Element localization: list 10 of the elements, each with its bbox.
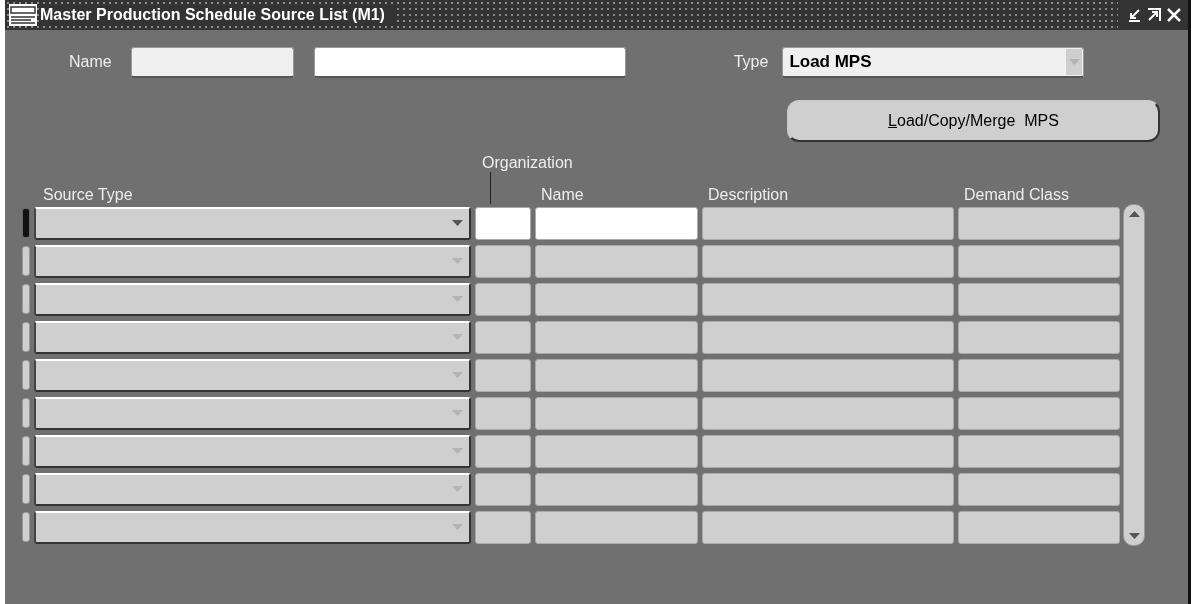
column-header: Name	[541, 186, 585, 204]
column-header: Demand Class	[964, 186, 1069, 204]
column-header: Description	[708, 186, 790, 204]
load-copy-merge-button[interactable]: Load/Copy/Merge MPS	[787, 100, 1160, 142]
name-label: Name	[69, 53, 112, 71]
type-label: Type	[733, 53, 769, 71]
type-dropdown[interactable]: Load MPS	[782, 46, 1085, 78]
window-title: Master Production Schedule Source List (M1)	[40, 6, 395, 24]
column-group-header: Organization	[482, 154, 573, 173]
column-header: Source Type	[43, 186, 134, 204]
